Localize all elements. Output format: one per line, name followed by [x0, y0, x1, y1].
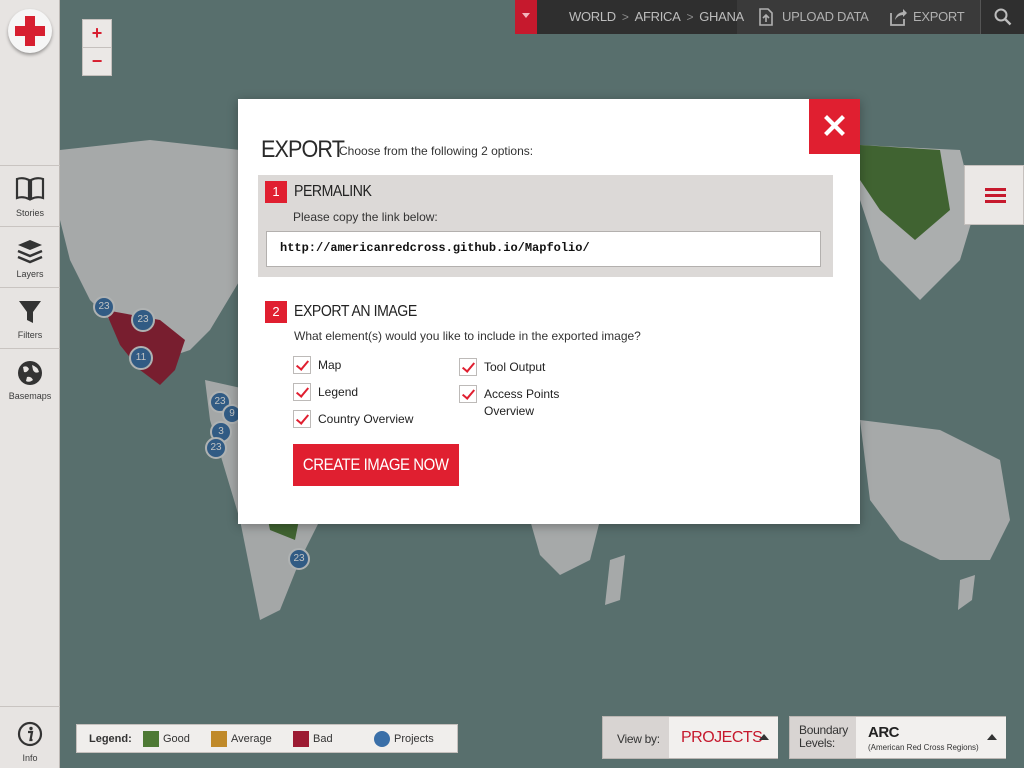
search-button[interactable] [980, 0, 1024, 34]
zoom-out-button[interactable]: − [82, 47, 112, 76]
close-icon [824, 115, 845, 136]
upload-data-label: UPLOAD DATA [782, 9, 869, 24]
checkbox-label: Access Points Overview [484, 387, 560, 418]
legend-swatch [143, 731, 159, 747]
breadcrumb-item-world[interactable]: WORLD [569, 9, 616, 24]
legend-label: Projects [394, 733, 434, 745]
modal-title: EXPORT [261, 136, 345, 163]
legend-title: Legend: [89, 733, 132, 745]
globe-icon [18, 361, 42, 385]
sidebar: Stories Layers Filters Basemaps Info [0, 0, 60, 768]
boundary-levels-label: Boundary Levels: [799, 723, 848, 750]
checkbox-tool-output[interactable] [459, 358, 477, 376]
export-label: EXPORT [913, 9, 965, 24]
share-export-icon [890, 9, 907, 26]
section-subtitle: Please copy the link below: [293, 210, 438, 224]
breadcrumb-separator: > [686, 10, 694, 24]
sidebar-item-layers[interactable]: Layers [0, 226, 60, 286]
view-by-value: PROJECTS [681, 729, 763, 746]
hamburger-icon [985, 188, 1006, 191]
checkbox-legend[interactable] [293, 383, 311, 401]
sidebar-item-label: Filters [17, 330, 43, 340]
breadcrumb-separator: > [621, 10, 629, 24]
create-image-button[interactable]: CREATE IMAGE NOW [293, 444, 459, 486]
close-modal-button[interactable] [809, 99, 860, 154]
legend-label: Average [231, 733, 272, 745]
sidebar-item-label: Info [22, 753, 38, 763]
sidebar-item-label: Layers [16, 269, 44, 279]
breadcrumb-item-africa[interactable]: AFRICA [635, 9, 681, 24]
breadcrumb-item-ghana[interactable]: GHANA [699, 9, 744, 24]
checkbox-map[interactable] [293, 356, 311, 374]
view-by-select[interactable]: PROJECTS [669, 717, 778, 758]
chevron-up-icon [987, 734, 997, 740]
sidebar-item-label: Stories [15, 208, 44, 218]
export-modal: EXPORT Choose from the following 2 optio… [238, 99, 860, 524]
checkbox-label: Map [318, 358, 342, 372]
menu-button[interactable] [964, 165, 1024, 225]
boundary-levels-select[interactable]: ARC (American Red Cross Regions) [856, 717, 1006, 758]
create-image-label: CREATE IMAGE NOW [303, 455, 449, 474]
section-number: 1 [265, 181, 287, 203]
modal-subtitle: Choose from the following 2 options: [339, 144, 534, 158]
legend-swatch [293, 731, 309, 747]
legend-swatch [211, 731, 227, 747]
chevron-down-icon [522, 13, 530, 18]
upload-file-icon [759, 8, 773, 26]
upload-data-button[interactable]: UPLOAD DATA [758, 0, 869, 34]
legend-swatch [374, 731, 390, 747]
breadcrumb-dropdown-button[interactable] [515, 0, 537, 34]
sidebar-item-filters[interactable]: Filters [0, 287, 60, 347]
zoom-in-button[interactable]: + [82, 19, 112, 48]
checkbox-country-overview[interactable] [293, 410, 311, 428]
chevron-up-icon [759, 734, 769, 740]
layers-icon [17, 240, 43, 264]
sidebar-item-label: Basemaps [8, 391, 52, 401]
top-bar: WORLD > AFRICA > GHANA UPLOAD DATA EXPORT [515, 0, 1024, 34]
checkbox-label: Country Overview [318, 412, 414, 426]
section-title: PERMALINK [294, 183, 372, 200]
sidebar-item-stories[interactable]: Stories [0, 165, 60, 225]
boundary-levels-control: Boundary Levels: ARC (American Red Cross… [789, 716, 1006, 759]
boundary-levels-subtitle: (American Red Cross Regions) [868, 743, 979, 752]
legend-label: Bad [313, 733, 333, 745]
breadcrumb: WORLD > AFRICA > GHANA [537, 0, 744, 34]
info-icon [17, 721, 43, 747]
checkbox-label: Legend [318, 385, 359, 399]
permalink-section: 1 PERMALINK Please copy the link below: … [258, 175, 833, 277]
section-title: EXPORT AN IMAGE [294, 303, 417, 320]
funnel-icon [19, 301, 41, 323]
checkbox-label: Tool Output [484, 360, 546, 374]
section-subtitle: What element(s) would you like to includ… [294, 329, 641, 343]
sidebar-item-info[interactable]: Info [0, 706, 60, 768]
map-legend: Legend: Good Average Bad Projects [76, 724, 458, 753]
view-by-label: View by: [617, 732, 660, 746]
permalink-field[interactable]: http://americanredcross.github.io/Mapfol… [266, 231, 821, 267]
checkbox-access-points-overview[interactable] [459, 385, 477, 403]
view-by-control: View by: PROJECTS [602, 716, 778, 759]
boundary-levels-value: ARC [868, 724, 900, 741]
sidebar-item-basemaps[interactable]: Basemaps [0, 348, 60, 408]
red-cross-logo[interactable] [8, 9, 52, 53]
section-number: 2 [265, 301, 287, 323]
export-button[interactable]: EXPORT [889, 0, 969, 34]
legend-label: Good [163, 733, 190, 745]
book-icon [15, 177, 45, 201]
search-icon [994, 8, 1012, 26]
